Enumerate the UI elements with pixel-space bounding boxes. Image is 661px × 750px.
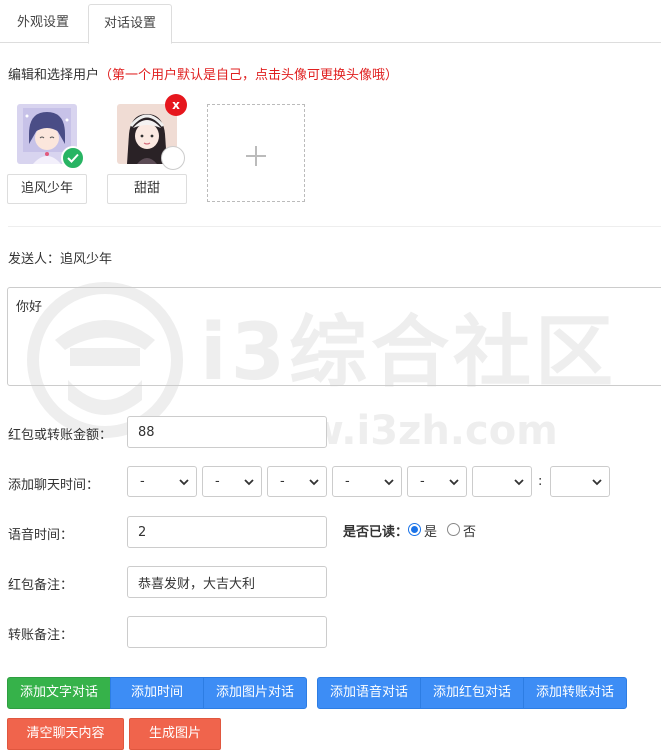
time-select-year[interactable]: - (127, 466, 197, 497)
chevron-down-icon (179, 479, 189, 486)
add-user-button[interactable] (207, 104, 305, 202)
amount-label: 红包或转账金额： (8, 428, 113, 443)
user-card-2[interactable]: x 甜甜 (107, 94, 187, 204)
user-card-1[interactable]: 追风少年 (7, 104, 87, 204)
user-hint: 编辑和选择用户（第一个用户默认是自己，点击头像可更换头像哦） (8, 64, 398, 83)
transfer-note-input[interactable] (127, 616, 327, 648)
add-redpacket-dialog-button[interactable]: 添加红包对话 (420, 677, 524, 709)
add-time-button[interactable]: 添加时间 (110, 677, 204, 709)
read-label: 是否已读： (343, 525, 409, 540)
unselected-circle-icon[interactable] (161, 146, 185, 170)
time-select-day[interactable]: - (267, 466, 327, 497)
tab-bar: 外观设置 对话设置 (0, 0, 661, 44)
add-voice-dialog-button[interactable]: 添加语音对话 (317, 677, 421, 709)
transfer-note-label: 转账备注： (8, 628, 74, 643)
time-select-hour[interactable] (472, 466, 532, 497)
user-name[interactable]: 追风少年 (7, 174, 87, 204)
chevron-down-icon (244, 479, 254, 486)
chevron-down-icon (449, 479, 459, 486)
sender-label: 发送人： (8, 252, 61, 267)
voice-label: 语音时间： (8, 528, 74, 543)
time-select-minute[interactable] (550, 466, 610, 497)
redpacket-note-label: 红包备注： (8, 578, 74, 593)
tab-appearance[interactable]: 外观设置 (2, 4, 84, 44)
generate-image-button[interactable]: 生成图片 (129, 718, 221, 750)
voice-input[interactable] (127, 516, 327, 548)
delete-user-icon[interactable]: x (165, 94, 187, 116)
chevron-down-icon (592, 479, 602, 486)
redpacket-note-input[interactable] (127, 566, 327, 598)
divider (8, 226, 661, 227)
add-transfer-dialog-button[interactable]: 添加转账对话 (523, 677, 627, 709)
time-select-period[interactable]: - (407, 466, 467, 497)
chevron-down-icon (514, 479, 524, 486)
sender-line: 发送人：追风少年 (8, 248, 112, 267)
add-text-dialog-button[interactable]: 添加文字对话 (7, 677, 111, 709)
read-yes-label: 是 (424, 525, 438, 540)
user-hint-main: 编辑和选择用户 (8, 68, 100, 83)
time-select-weekday[interactable]: - (332, 466, 402, 497)
time-label: 添加聊天时间： (8, 478, 100, 493)
user-hint-warning: （第一个用户默认是自己，点击头像可更换头像哦） (99, 68, 399, 83)
chevron-down-icon (309, 479, 319, 486)
sender-name: 追风少年 (60, 252, 113, 267)
user-name[interactable]: 甜甜 (107, 174, 187, 204)
message-textarea[interactable]: 你好 (7, 287, 661, 386)
amount-input[interactable] (127, 416, 327, 448)
read-no-radio[interactable] (447, 523, 460, 536)
time-colon: : (538, 474, 543, 489)
tab-dialog[interactable]: 对话设置 (88, 4, 173, 44)
chevron-down-icon (384, 479, 394, 486)
clear-chat-button[interactable]: 清空聊天内容 (7, 718, 124, 750)
time-select-month[interactable]: - (202, 466, 262, 497)
read-yes-radio[interactable] (408, 523, 421, 536)
selected-check-icon (61, 146, 85, 170)
read-no-label: 否 (463, 525, 477, 540)
add-image-dialog-button[interactable]: 添加图片对话 (203, 677, 307, 709)
